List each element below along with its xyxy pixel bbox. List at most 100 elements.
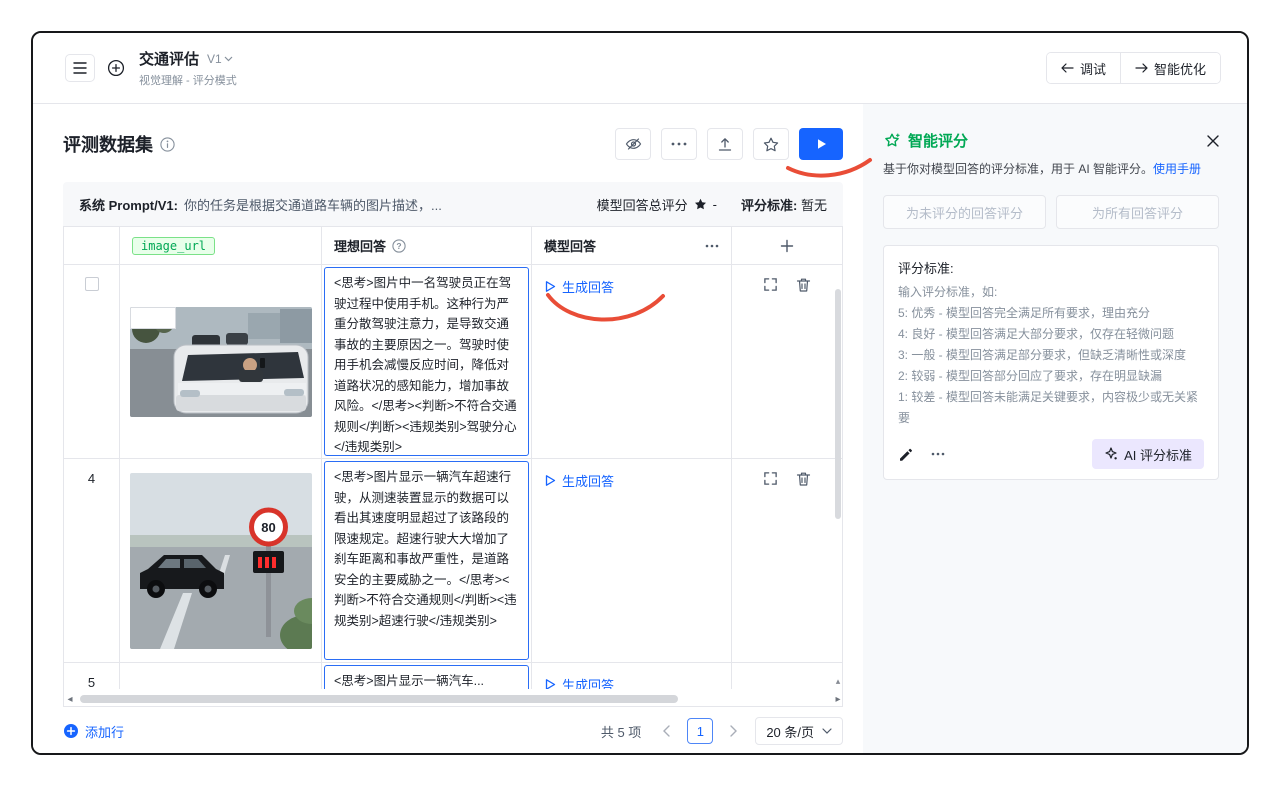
- vertical-scrollbar[interactable]: [835, 289, 841, 519]
- chevron-down-icon: [224, 56, 233, 62]
- generate-answer-link[interactable]: 生成回答: [544, 471, 614, 490]
- score-unrated-button[interactable]: 为未评分的回答评分: [883, 195, 1046, 229]
- add-version-button[interactable]: [107, 59, 125, 77]
- ideal-answer-cell[interactable]: <思考>图片显示一辆汽车...: [324, 665, 529, 689]
- model-answer-cell[interactable]: 生成回答: [532, 663, 732, 689]
- prev-page-button[interactable]: [653, 718, 679, 744]
- criteria-example-line: 5: 优秀 - 模型回答完全满足所有要求，理由充分: [898, 303, 1204, 324]
- page-number-button[interactable]: 1: [687, 718, 713, 744]
- optimize-button[interactable]: 智能优化: [1120, 53, 1220, 83]
- close-panel-button[interactable]: [1207, 135, 1219, 147]
- speed-limit-sign-text: 80: [261, 520, 275, 535]
- ideal-answer-cell[interactable]: <思考>图片显示一辆汽车超速行驶，从测速装置显示的数据可以看出其速度明显超过了该…: [324, 461, 529, 660]
- chevron-right-icon: [730, 725, 738, 737]
- criteria-example-line: 1: 较差 - 模型回答未能满足关键要求，内容极少或无关紧要: [898, 387, 1204, 429]
- trash-icon: [796, 471, 811, 487]
- row-checkbox[interactable]: [85, 277, 99, 291]
- model-answer-cell[interactable]: 生成回答: [532, 459, 732, 662]
- favorite-button[interactable]: [753, 128, 789, 160]
- debug-button[interactable]: 调试: [1047, 53, 1120, 83]
- ideal-answer-text: <思考>图片显示一辆汽车...: [334, 674, 484, 688]
- run-button[interactable]: [799, 128, 843, 160]
- app-window: 交通评估 V1 视觉理解 - 评分模式 调试 智能优化: [31, 31, 1249, 755]
- prompt-text: 你的任务是根据交通道路车辆的图片描述，...: [184, 195, 442, 214]
- main-area: 评测数据集: [33, 104, 863, 753]
- generate-answer-label: 生成回答: [562, 277, 614, 296]
- panel-title: 智能评分: [908, 130, 968, 151]
- more-horizontal-icon: [705, 244, 719, 248]
- column-header-image-url[interactable]: image_url: [132, 237, 215, 255]
- add-row-button[interactable]: 添加行: [63, 722, 124, 741]
- add-row-label: 添加行: [85, 722, 124, 741]
- title-block: 交通评估 V1 视觉理解 - 评分模式: [139, 48, 237, 88]
- arrow-right-icon: [1135, 63, 1148, 73]
- next-page-button[interactable]: [721, 718, 747, 744]
- version-label: V1: [207, 52, 222, 66]
- generate-answer-link[interactable]: 生成回答: [544, 675, 614, 689]
- horizontal-scrollbar: ◂ ▸: [64, 692, 844, 706]
- row-image-speeding-car[interactable]: 80: [130, 473, 312, 649]
- panel-description: 基于你对模型回答的评分标准，用于 AI 智能评分。: [883, 162, 1153, 176]
- help-icon[interactable]: ?: [392, 239, 406, 253]
- criteria-status-value: 暂无: [801, 198, 827, 213]
- table-footer: 添加行 共 5 项 1 20 条/页: [63, 717, 843, 745]
- version-selector[interactable]: V1: [207, 52, 233, 66]
- page-title: 评测数据集: [63, 131, 153, 157]
- expand-icon: [763, 471, 778, 486]
- table-row: 5 <思考>图片显示一辆汽车... 生成回答: [64, 663, 842, 689]
- expand-row-button[interactable]: [763, 277, 778, 292]
- close-icon: [1207, 135, 1219, 147]
- menu-button[interactable]: [65, 54, 95, 82]
- model-column-more-button[interactable]: [705, 244, 719, 248]
- circle-plus-icon: [107, 59, 125, 77]
- plus-circle-icon: [63, 723, 79, 739]
- select-column-header: [64, 227, 120, 264]
- ai-criteria-label: AI 评分标准: [1124, 445, 1192, 464]
- plus-icon: [780, 239, 794, 253]
- upload-button[interactable]: [707, 128, 743, 160]
- edit-criteria-button[interactable]: [898, 447, 913, 462]
- manual-link[interactable]: 使用手册: [1153, 162, 1201, 176]
- info-icon[interactable]: [160, 137, 175, 152]
- criteria-status-label: 评分标准:: [741, 198, 797, 213]
- page-size-value: 20 条/页: [766, 722, 814, 741]
- page-size-select[interactable]: 20 条/页: [755, 717, 843, 745]
- arrow-left-icon: [1061, 63, 1074, 73]
- more-actions-button[interactable]: [661, 128, 697, 160]
- upload-icon: [717, 137, 733, 152]
- criteria-more-button[interactable]: [931, 452, 945, 456]
- ideal-answer-cell[interactable]: <思考>图片中一名驾驶员正在驾驶过程中使用手机。这种行为严重分散驾驶注意力，是导…: [324, 267, 529, 456]
- magic-sparkle-icon: [1104, 447, 1118, 461]
- delete-row-button[interactable]: [796, 471, 811, 487]
- add-column-button[interactable]: [780, 239, 794, 253]
- ai-criteria-button[interactable]: AI 评分标准: [1092, 439, 1204, 469]
- scoring-criteria-card[interactable]: 评分标准: 输入评分标准，如: 5: 优秀 - 模型回答完全满足所有要求，理由充…: [883, 245, 1219, 480]
- dataset-toolbar: [615, 128, 843, 160]
- play-outline-icon: [544, 280, 556, 293]
- total-score-label: 模型回答总评分: [597, 195, 688, 214]
- criteria-example-line: 2: 较弱 - 模型回答部分回应了要求，存在明显缺漏: [898, 366, 1204, 387]
- model-answer-cell[interactable]: 生成回答: [532, 265, 732, 458]
- sparkle-star-icon: [883, 132, 901, 150]
- play-outline-icon: [544, 474, 556, 487]
- hide-columns-button[interactable]: [615, 128, 651, 160]
- scroll-left-icon[interactable]: ◂: [64, 694, 76, 705]
- generate-answer-label: 生成回答: [562, 675, 614, 689]
- scroll-right-icon[interactable]: ▸: [832, 694, 844, 705]
- delete-row-button[interactable]: [796, 277, 811, 293]
- expand-row-button[interactable]: [763, 471, 778, 486]
- scroll-up-icon[interactable]: ▴: [834, 676, 842, 687]
- table-row: <思考>图片中一名驾驶员正在驾驶过程中使用手机。这种行为严重分散驾驶注意力，是导…: [64, 265, 842, 459]
- prompt-label: 系统 Prompt/V1:: [79, 195, 178, 214]
- scrollbar-track[interactable]: [80, 695, 828, 703]
- row-image-driver-using-phone[interactable]: [130, 307, 312, 417]
- total-count: 共 5 项: [601, 722, 641, 741]
- scrollbar-thumb[interactable]: [80, 695, 678, 703]
- smart-scoring-panel: 智能评分 基于你对模型回答的评分标准，用于 AI 智能评分。使用手册 为未评分的…: [863, 104, 1247, 753]
- column-header-model-answer: 模型回答: [544, 236, 596, 255]
- ideal-answer-text: <思考>图片显示一辆汽车超速行驶，从测速装置显示的数据可以看出其速度明显超过了该…: [334, 470, 517, 628]
- score-all-button[interactable]: 为所有回答评分: [1056, 195, 1219, 229]
- score-star-icon: [694, 198, 707, 211]
- system-prompt-bar[interactable]: 系统 Prompt/V1: 你的任务是根据交通道路车辆的图片描述，... 模型回…: [63, 182, 843, 226]
- generate-answer-link[interactable]: 生成回答: [544, 277, 614, 296]
